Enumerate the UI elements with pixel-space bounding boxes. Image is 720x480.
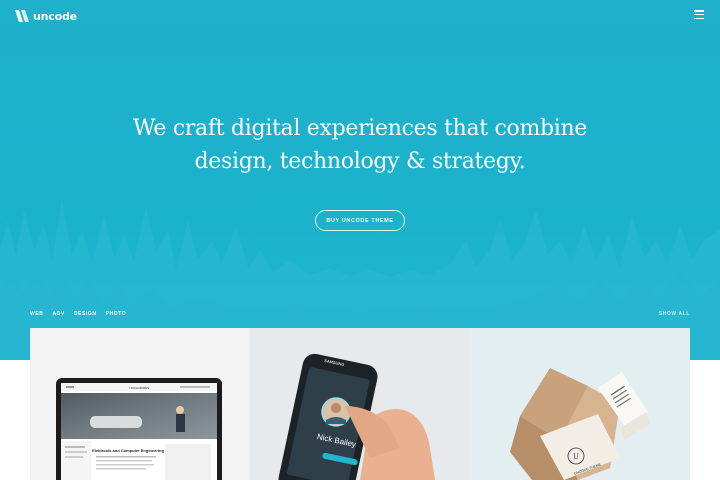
hero-headline: We craft digital experiences that combin… (0, 112, 720, 178)
hero-section: uncode We craft digital experiences that… (0, 0, 720, 360)
laptop-screen-brand: TRICHORMES (129, 386, 149, 390)
portfolio-filters: WEB ADV DESIGN PHOTO (30, 311, 126, 317)
hamburger-menu-icon[interactable] (694, 10, 706, 20)
portfolio-grid: TRICHORMES Elektronik and Computer Engin… (30, 328, 690, 480)
headline-line-1: We craft digital experiences that combin… (132, 116, 588, 141)
laptop-mockup-image: TRICHORMES Elektronik and Computer Engin… (56, 378, 222, 480)
buy-theme-button[interactable]: BUY UNCODE THEME (315, 210, 405, 231)
portfolio-item-web[interactable]: TRICHORMES Elektronik and Computer Engin… (30, 328, 250, 480)
logo[interactable]: uncode (14, 9, 77, 23)
show-all-link[interactable]: SHOW ALL (659, 311, 690, 317)
svg-text:U: U (573, 453, 579, 461)
uncode-logo-icon (15, 10, 29, 22)
laptop-screen-heading: Elektronik and Computer Engineering (92, 448, 164, 453)
logo-text: uncode (33, 9, 77, 23)
portfolio-item-adv[interactable]: SAMSUNG Nick Bailey (250, 328, 470, 480)
headline-line-2: design, technology & strategy. (194, 149, 526, 174)
filter-design[interactable]: DESIGN (74, 311, 97, 317)
filter-web[interactable]: WEB (30, 311, 43, 317)
filter-photo[interactable]: PHOTO (106, 311, 127, 317)
phone-mockup-image: SAMSUNG Nick Bailey (278, 353, 435, 480)
portfolio-item-design[interactable]: U UNCODE THEME (470, 328, 690, 480)
business-card-mockup-image: U UNCODE THEME (510, 368, 650, 480)
filter-adv[interactable]: ADV (52, 311, 64, 317)
top-bar: uncode (0, 0, 720, 32)
